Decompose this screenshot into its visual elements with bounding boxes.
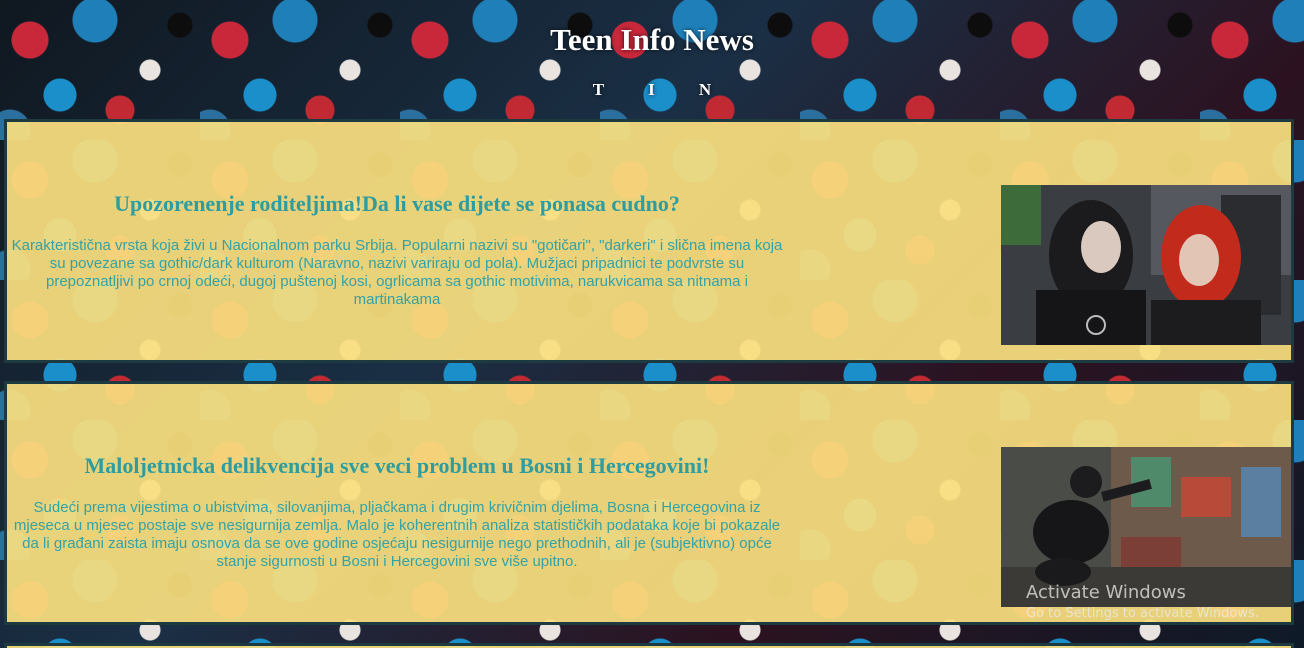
article-card: Upozorenenje roditeljima!Da li vase dije… <box>4 119 1294 363</box>
site-header: Teen Info News T I N <box>0 0 1304 118</box>
site-title: Teen Info News <box>550 22 754 57</box>
graffiti-youth-photo <box>1001 447 1291 607</box>
article-card <box>4 643 1294 648</box>
article-body: Karakteristična vrsta koja živi u Nacion… <box>11 237 783 308</box>
article-text: Upozorenenje roditeljima!Da li vase dije… <box>7 122 787 360</box>
article-text: Maloljetnicka delikvencija sve veci prob… <box>7 384 787 622</box>
article-body: Sudeći prema vijestima o ubistvima, silo… <box>13 499 781 570</box>
goth-couple-photo <box>1001 185 1291 345</box>
article-title[interactable]: Upozorenenje roditeljima!Da li vase dije… <box>114 191 680 217</box>
site-abbreviation: T I N <box>592 80 732 99</box>
article-card: Maloljetnicka delikvencija sve veci prob… <box>4 381 1294 625</box>
article-title[interactable]: Maloljetnicka delikvencija sve veci prob… <box>85 453 710 479</box>
